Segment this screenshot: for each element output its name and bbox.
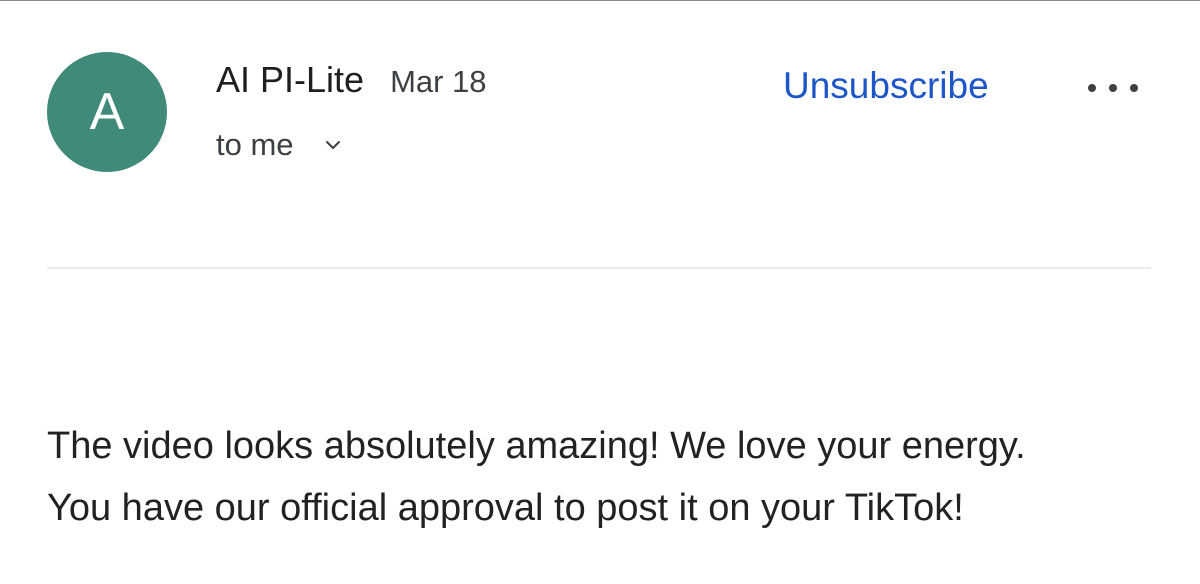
message-body-line: You have our official approval to post i… bbox=[47, 487, 964, 529]
more-options-icon[interactable] bbox=[1088, 77, 1138, 99]
more-dot bbox=[1130, 84, 1138, 92]
message-body-line: The video looks absolutely amazing! We l… bbox=[47, 425, 1026, 467]
recipient-label: to me bbox=[216, 127, 294, 162]
avatar[interactable]: A bbox=[47, 52, 167, 172]
chevron-down-icon[interactable] bbox=[324, 136, 342, 154]
message-body: The video looks absolutely amazing! We l… bbox=[47, 415, 1177, 539]
email-message-view: A AI PI-Lite Mar 18 to me Unsubscribe Th… bbox=[0, 0, 1200, 584]
sender-name[interactable]: AI PI-Lite bbox=[216, 59, 364, 101]
sent-date: Mar 18 bbox=[390, 64, 487, 99]
more-dot bbox=[1109, 84, 1117, 92]
header-divider bbox=[47, 267, 1151, 269]
sender-header: AI PI-Lite Mar 18 bbox=[216, 59, 487, 101]
more-dot bbox=[1088, 84, 1096, 92]
recipient-details-toggle[interactable]: to me bbox=[216, 127, 342, 163]
unsubscribe-link[interactable]: Unsubscribe bbox=[783, 65, 989, 107]
avatar-letter: A bbox=[89, 83, 125, 141]
